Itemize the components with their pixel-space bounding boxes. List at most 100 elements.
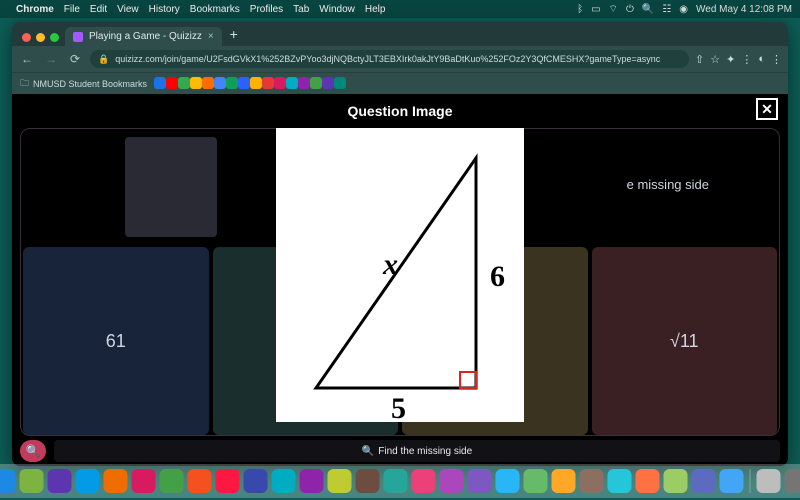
omnibox[interactable]: 🔒 quizizz.com/join/game/U2FsdGVkX1%252BZ… (90, 50, 689, 68)
dock-app-icon[interactable] (468, 469, 492, 493)
mac-menubar: Chrome File Edit View History Bookmarks … (0, 0, 800, 18)
clock[interactable]: Wed May 4 12:08 PM (696, 4, 792, 15)
answer-option-1[interactable]: 61 (23, 247, 209, 435)
menu-appname[interactable]: Chrome (16, 4, 54, 15)
bookmark-icon[interactable] (238, 77, 250, 89)
answer-label: 61 (106, 331, 126, 352)
siri-icon[interactable]: ◉ (679, 4, 688, 15)
close-icon: ✕ (761, 101, 773, 118)
display-icon[interactable]: ▭ (591, 4, 600, 15)
ext-icon[interactable]: ☆ (710, 53, 720, 66)
ext-icon[interactable]: ✦ (726, 53, 735, 66)
menu-bookmarks[interactable]: Bookmarks (190, 4, 240, 15)
bookmark-icon[interactable] (226, 77, 238, 89)
dock-app-icon[interactable] (636, 469, 660, 493)
tab-close-icon[interactable]: × (208, 31, 214, 42)
dock-app-icon[interactable] (757, 469, 781, 493)
question-thumbnail[interactable] (125, 137, 217, 237)
bookmark-icon[interactable] (190, 77, 202, 89)
right-side-label: 6 (490, 260, 505, 293)
wifi-icon[interactable]: ⌔ (609, 3, 618, 16)
menu-tab[interactable]: Tab (293, 4, 309, 15)
menu-window[interactable]: Window (319, 4, 355, 15)
control-center-icon[interactable]: ☷ (662, 4, 671, 15)
folder-icon: 🗀 (20, 76, 29, 92)
dock-app-icon[interactable] (76, 469, 100, 493)
bookmark-icon[interactable] (286, 77, 298, 89)
bookmark-icon[interactable] (202, 77, 214, 89)
question-image[interactable]: x 6 5 (276, 128, 524, 422)
bookmark-icon[interactable] (310, 77, 322, 89)
dock-app-icon[interactable] (384, 469, 408, 493)
menu-file[interactable]: File (64, 4, 80, 15)
kebab-icon[interactable]: ⋮ (771, 53, 782, 66)
dock-app-icon[interactable] (692, 469, 716, 493)
dock-app-icon[interactable] (440, 469, 464, 493)
dock-app-icon[interactable] (244, 469, 268, 493)
dock-app-icon[interactable] (720, 469, 744, 493)
dock-app-icon[interactable] (132, 469, 156, 493)
bookmark-icon[interactable] (154, 77, 166, 89)
dock-app-icon[interactable] (328, 469, 352, 493)
bottom-side-label: 5 (391, 392, 406, 422)
nav-back-button[interactable]: ← (18, 52, 36, 66)
browser-tab[interactable]: Playing a Game - Quizizz × (65, 27, 222, 46)
magnifier-icon: 🔍 (26, 444, 41, 458)
ext-icon[interactable]: ⋮ (741, 53, 752, 66)
nav-reload-button[interactable]: ⟳ (66, 52, 84, 66)
dock-app-icon[interactable] (785, 469, 800, 493)
nav-forward-button[interactable]: → (42, 52, 60, 66)
dock-app-icon[interactable] (580, 469, 604, 493)
menu-edit[interactable]: Edit (90, 4, 107, 15)
magnifier-icon: 🔍 (362, 446, 374, 457)
modal-title: Question Image (347, 103, 452, 119)
dock-app-icon[interactable] (496, 469, 520, 493)
menu-help[interactable]: Help (365, 4, 386, 15)
bookmark-icon[interactable] (250, 77, 262, 89)
bookmark-icon[interactable] (166, 77, 178, 89)
bookmark-icon[interactable] (178, 77, 190, 89)
tab-favicon (73, 32, 83, 42)
bookmark-icon[interactable] (334, 77, 346, 89)
footer-label: Find the missing side (378, 446, 472, 457)
menu-history[interactable]: History (149, 4, 180, 15)
bluetooth-icon[interactable]: ᛒ (577, 4, 583, 15)
bookmark-icon[interactable] (214, 77, 226, 89)
bookmark-icon[interactable] (274, 77, 286, 89)
dock-app-icon[interactable] (300, 469, 324, 493)
window-close-button[interactable] (22, 33, 31, 42)
dock-app-icon[interactable] (0, 469, 16, 493)
search-icon[interactable]: 🔍 (642, 4, 654, 15)
window-minimize-button[interactable] (36, 33, 45, 42)
bookmark-icon[interactable] (322, 77, 334, 89)
bookmark-icon[interactable] (262, 77, 274, 89)
extension-icons: ⇧ ☆ ✦ ⋮ ◐ ⋮ (695, 53, 782, 66)
dock-app-icon[interactable] (20, 469, 44, 493)
quiz-footer: 🔍 🔍 Find the missing side (20, 440, 780, 462)
dock-app-icon[interactable] (104, 469, 128, 493)
dock-app-icon[interactable] (552, 469, 576, 493)
dock-app-icon[interactable] (412, 469, 436, 493)
dock-app-icon[interactable] (356, 469, 380, 493)
dock-app-icon[interactable] (664, 469, 688, 493)
window-zoom-button[interactable] (50, 33, 59, 42)
dock-app-icon[interactable] (216, 469, 240, 493)
avatar-icon[interactable]: ◐ (758, 53, 765, 66)
zoom-button[interactable]: 🔍 (20, 440, 46, 462)
dock-app-icon[interactable] (48, 469, 72, 493)
dock-app-icon[interactable] (524, 469, 548, 493)
bookmark-folder[interactable]: 🗀 NMUSD Student Bookmarks (20, 76, 147, 92)
dock-app-icon[interactable] (608, 469, 632, 493)
menu-view[interactable]: View (117, 4, 139, 15)
ext-icon[interactable]: ⇧ (695, 53, 704, 66)
tab-strip: Playing a Game - Quizizz × + (12, 22, 788, 46)
dock-app-icon[interactable] (160, 469, 184, 493)
menu-profiles[interactable]: Profiles (250, 4, 283, 15)
dock-app-icon[interactable] (272, 469, 296, 493)
answer-option-4[interactable]: √11 (592, 247, 778, 435)
dock-app-icon[interactable] (188, 469, 212, 493)
new-tab-button[interactable]: + (222, 26, 246, 46)
bookmark-icon[interactable] (298, 77, 310, 89)
power-icon[interactable]: ⏻ (626, 4, 634, 15)
modal-close-button[interactable]: ✕ (756, 98, 778, 120)
